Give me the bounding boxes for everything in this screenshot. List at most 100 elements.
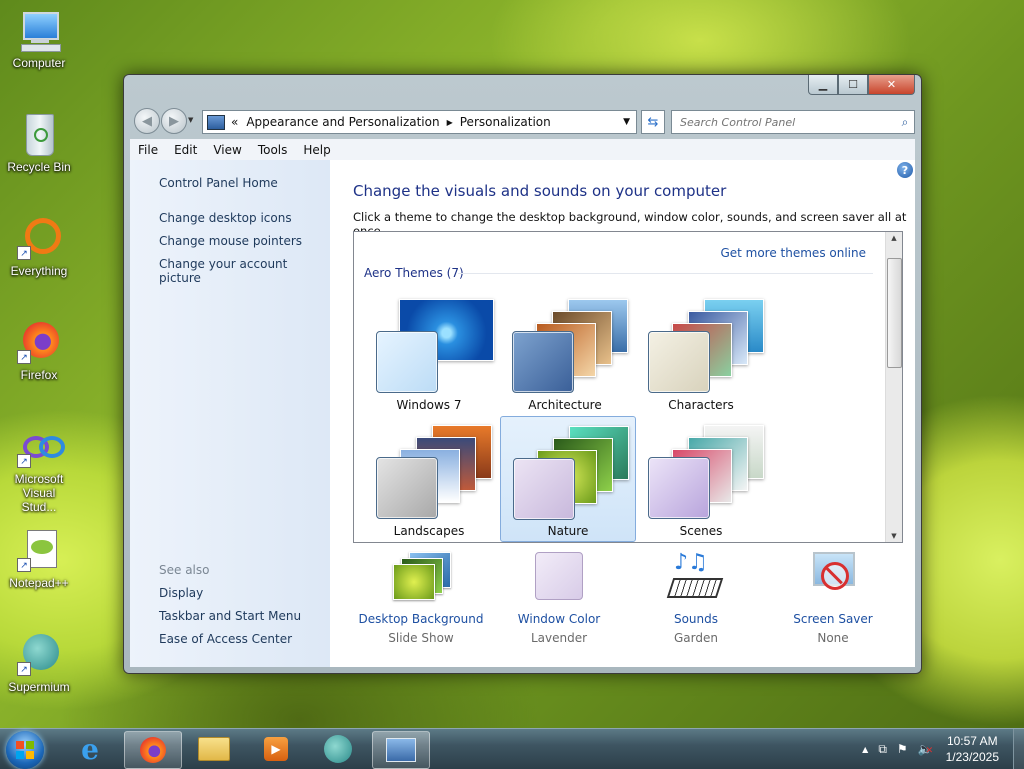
desktop-background-setting[interactable]: Desktop Background Slide Show <box>356 552 486 645</box>
theme-color-swatch <box>376 457 438 519</box>
desktop-icon-recycle-bin[interactable]: Recycle Bin <box>4 112 74 174</box>
desktop-icon-label: Supermium <box>8 680 70 694</box>
theme-characters[interactable]: Characters <box>634 294 768 418</box>
aero-themes-heading: Aero Themes (7) <box>364 266 464 280</box>
recent-pages-dropdown[interactable]: ▼ <box>188 116 193 124</box>
window-color-swatch <box>527 552 591 604</box>
maximize-button[interactable]: ☐ <box>838 75 868 95</box>
taskbar-file-explorer[interactable] <box>186 731 242 767</box>
show-hidden-icons-button[interactable]: ▲ <box>862 745 868 754</box>
supermium-icon <box>324 735 352 763</box>
taskbar-internet-explorer[interactable]: e <box>62 731 118 767</box>
theme-windows-7[interactable]: Windows 7 <box>362 294 496 418</box>
show-desktop-button[interactable] <box>1013 729 1024 769</box>
start-button[interactable] <box>6 731 44 769</box>
desktop-icon-everything[interactable]: ↗ Everything <box>4 216 74 278</box>
display-link[interactable]: Display <box>159 586 203 600</box>
breadcrumb-personalization[interactable]: Personalization <box>460 115 551 129</box>
screen-saver-setting[interactable]: Screen Saver None <box>768 552 898 645</box>
action-center-flag-icon[interactable]: ⚑ <box>897 742 908 756</box>
get-more-themes-link[interactable]: Get more themes online <box>720 246 866 260</box>
notepad-plus-plus-icon: ↗ <box>17 528 61 572</box>
refresh-button[interactable]: ⇆ <box>641 110 665 134</box>
theme-architecture[interactable]: Architecture <box>498 294 632 418</box>
setting-label[interactable]: Window Color <box>494 612 624 626</box>
desktop-icon-supermium[interactable]: ↗ Supermium <box>4 632 74 694</box>
scroll-down-icon[interactable]: ▼ <box>886 532 902 540</box>
desktop-icon-computer[interactable]: Computer <box>4 8 74 70</box>
search-icon[interactable]: ⌕ <box>896 115 914 130</box>
media-player-icon: ▶ <box>264 737 288 761</box>
desktop-icon-firefox[interactable]: ↗ Firefox <box>4 320 74 382</box>
back-button[interactable]: ◀ <box>134 108 160 134</box>
change-desktop-icons-link[interactable]: Change desktop icons <box>159 211 292 225</box>
page-title: Change the visuals and sounds on your co… <box>353 182 727 200</box>
minimize-button[interactable]: ▁ <box>808 75 838 95</box>
taskbar-start-menu-link[interactable]: Taskbar and Start Menu <box>159 609 301 623</box>
desktop-icon-label: Recycle Bin <box>7 160 71 174</box>
themes-list: Get more themes online Aero Themes (7) W… <box>353 231 903 543</box>
shortcut-arrow-icon: ↗ <box>17 350 31 364</box>
forward-button[interactable]: ▶ <box>161 108 187 134</box>
window-color-setting[interactable]: Window Color Lavender <box>494 552 624 645</box>
setting-label[interactable]: Sounds <box>631 612 761 626</box>
theme-nature[interactable]: Nature <box>500 416 636 542</box>
theme-landscapes[interactable]: Landscapes <box>362 420 496 542</box>
desktop-icon-label: Notepad++ <box>9 576 69 590</box>
theme-name: Landscapes <box>393 524 465 538</box>
menu-file[interactable]: File <box>130 143 166 157</box>
taskbar-supermium[interactable] <box>310 731 366 767</box>
clock[interactable]: 10:57 AM 1/23/2025 <box>946 733 999 765</box>
clock-date: 1/23/2025 <box>945 750 999 764</box>
menu-edit[interactable]: Edit <box>166 143 205 157</box>
help-icon[interactable]: ? <box>897 162 913 178</box>
theme-color-swatch <box>648 457 710 519</box>
desktop-icon-visual-studio[interactable]: ↗ Microsoft Visual Stud... <box>4 424 74 514</box>
menu-tools[interactable]: Tools <box>250 143 296 157</box>
setting-label[interactable]: Screen Saver <box>768 612 898 626</box>
control-panel-home-link[interactable]: Control Panel Home <box>159 176 278 190</box>
address-dropdown-icon[interactable]: ▼ <box>623 117 630 127</box>
themes-scrollbar[interactable]: ▲ ▼ <box>885 232 902 542</box>
recycle-bin-icon <box>17 112 61 156</box>
shortcut-arrow-icon: ↗ <box>17 662 31 676</box>
search-input[interactable] <box>678 114 896 130</box>
desktop-icon-label: Firefox <box>20 368 58 382</box>
setting-label[interactable]: Desktop Background <box>356 612 486 626</box>
taskbar-control-panel[interactable] <box>372 731 430 769</box>
breadcrumb-appearance[interactable]: Appearance and Personalization <box>246 115 439 129</box>
content-area: Control Panel Home Change desktop icons … <box>130 160 915 667</box>
network-icon[interactable]: ⧉ <box>878 742 887 757</box>
sounds-icon: ♪♫ <box>664 552 728 604</box>
setting-value: Lavender <box>530 631 588 645</box>
menu-view[interactable]: View <box>205 143 249 157</box>
scroll-up-icon[interactable]: ▲ <box>886 234 902 242</box>
breadcrumb-separator-icon[interactable]: ▶ <box>447 118 453 127</box>
change-mouse-pointers-link[interactable]: Change mouse pointers <box>159 234 302 248</box>
setting-value: Garden <box>674 631 718 645</box>
search-box[interactable]: ⌕ <box>671 110 915 134</box>
scrollbar-thumb[interactable] <box>887 258 902 368</box>
address-bar[interactable]: « Appearance and Personalization ▶ Perso… <box>202 110 637 134</box>
address-overflow[interactable]: « <box>231 115 238 129</box>
close-button[interactable]: ✕ <box>868 75 915 95</box>
theme-name: Characters <box>668 398 734 412</box>
firefox-icon: ↗ <box>17 320 61 364</box>
sounds-setting[interactable]: ♪♫ Sounds Garden <box>631 552 761 645</box>
ease-of-access-link[interactable]: Ease of Access Center <box>159 632 292 646</box>
everything-icon: ↗ <box>17 216 61 260</box>
volume-muted-icon[interactable]: 🔈 ✕ <box>918 742 934 756</box>
taskbar-media-player[interactable]: ▶ <box>248 731 304 767</box>
desktop-icon-notepad-plus-plus[interactable]: ↗ Notepad++ <box>4 528 74 590</box>
theme-scenes[interactable]: Scenes <box>634 420 768 542</box>
theme-color-swatch <box>512 331 574 393</box>
menu-help[interactable]: Help <box>295 143 338 157</box>
taskbar-firefox[interactable] <box>124 731 182 769</box>
theme-name: Scenes <box>679 524 723 538</box>
theme-name: Windows 7 <box>396 398 462 412</box>
control-panel-icon <box>207 114 225 130</box>
firefox-icon <box>140 737 166 763</box>
theme-color-swatch <box>513 458 575 520</box>
change-account-picture-link[interactable]: Change your account picture <box>159 257 330 285</box>
folder-icon <box>198 737 230 761</box>
